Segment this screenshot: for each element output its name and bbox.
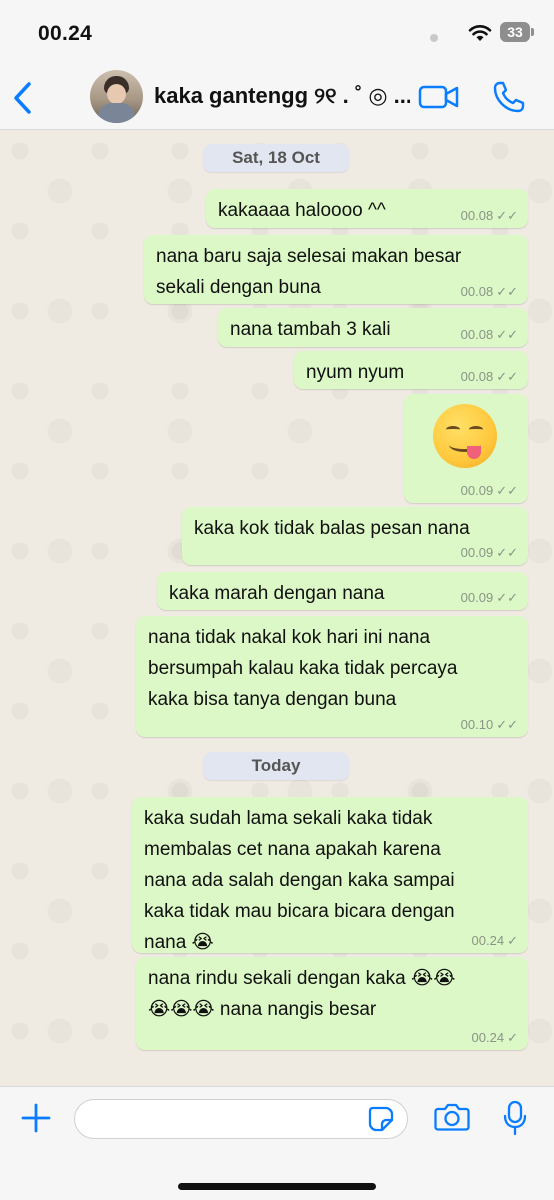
message-line: kaka bisa tanya dengan buna [148, 689, 397, 710]
message-meta: 00.24 ✓ [472, 933, 518, 949]
avatar-body [98, 103, 135, 123]
message-bubble[interactable]: nana rindu sekali dengan kaka 😭😭 😭😭😭 nan… [136, 957, 528, 1050]
message-time: 00.08 [460, 284, 494, 299]
camera-icon[interactable] [434, 1102, 470, 1132]
message-time: 00.10 [460, 717, 494, 732]
message-line: nana 😭 [144, 932, 214, 953]
message-bubble[interactable]: 00.09 ✓✓ [404, 394, 528, 503]
read-receipt-icon: ✓ [507, 1030, 518, 1045]
avatar[interactable] [90, 70, 143, 123]
status-bar: 00.24 33 [0, 0, 554, 66]
message-meta: 00.09 ✓✓ [461, 590, 518, 606]
message-text: kaka marah dengan nana [169, 578, 385, 609]
message-bubble[interactable]: kaka kok tidak balas pesan nana 00.09 ✓✓ [182, 507, 528, 565]
message-bubble[interactable]: nyum nyum 00.08 ✓✓ [294, 351, 528, 389]
message-time: 00.08 [460, 369, 494, 384]
message-meta: 00.09 ✓✓ [461, 483, 518, 499]
message-text: nana baru saja selesai makan besar sekal… [156, 241, 461, 303]
message-line: 😭😭😭 nana nangis besar [148, 999, 377, 1020]
message-line: nana rindu sekali dengan kaka 😭😭 [148, 968, 456, 989]
message-time: 00.08 [460, 327, 494, 342]
read-receipt-icon: ✓✓ [496, 369, 518, 384]
message-bubble[interactable]: nana tidak nakal kok hari ini nana bersu… [136, 616, 528, 737]
message-meta: 00.08 ✓✓ [461, 327, 518, 343]
avatar-face [107, 84, 126, 104]
message-bubble[interactable]: nana tambah 3 kali 00.08 ✓✓ [218, 308, 528, 347]
emoji-eye [469, 426, 483, 433]
read-receipt-icon: ✓✓ [496, 545, 518, 560]
message-time: 00.24 [471, 933, 505, 948]
contact-name[interactable]: kaka gantengg ୨୧ . ˚ ◎ ... [154, 83, 410, 109]
message-bubble[interactable]: kaka sudah lama sekali kaka tidak membal… [132, 797, 528, 953]
chevron-left-icon[interactable] [10, 80, 36, 116]
message-input[interactable] [74, 1099, 408, 1139]
message-line: nana tambah 3 kali [230, 319, 391, 340]
message-meta: 00.08 ✓✓ [461, 284, 518, 300]
date-separator: Today [203, 752, 349, 780]
read-receipt-icon: ✓✓ [496, 208, 518, 223]
battery-tip [531, 28, 534, 36]
input-bar [0, 1086, 554, 1200]
read-receipt-icon: ✓✓ [496, 717, 518, 732]
emoji-tongue [467, 446, 481, 459]
emoji-eye [446, 426, 460, 433]
message-text: kakaaaa haloooo ^^ [218, 195, 386, 226]
read-receipt-icon: ✓✓ [496, 483, 518, 498]
read-receipt-icon: ✓✓ [496, 590, 518, 605]
message-text: nana rindu sekali dengan kaka 😭😭 😭😭😭 nan… [148, 963, 455, 1025]
message-text: kaka kok tidak balas pesan nana [194, 513, 470, 544]
message-line: kakaaaa haloooo ^^ [218, 200, 386, 221]
phone-icon[interactable] [492, 80, 526, 114]
message-text: nyum nyum [306, 357, 404, 388]
message-meta: 00.10 ✓✓ [461, 717, 518, 733]
message-line: kaka sudah lama sekali kaka tidak [144, 808, 433, 829]
wifi-icon [468, 25, 492, 41]
message-text: kaka sudah lama sekali kaka tidak membal… [144, 803, 455, 958]
read-receipt-icon: ✓✓ [496, 284, 518, 299]
message-meta: 00.09 ✓✓ [461, 545, 518, 561]
chat-area[interactable]: Sat, 18 Oct kakaaaa haloooo ^^ 00.08 ✓✓ n… [0, 131, 554, 1086]
message-bubble[interactable]: kaka marah dengan nana 00.09 ✓✓ [157, 572, 528, 610]
message-line: kaka tidak mau bicara bicara dengan [144, 901, 455, 922]
message-time: 00.08 [460, 208, 494, 223]
message-line: kaka kok tidak balas pesan nana [194, 518, 470, 539]
privacy-dot-icon [430, 34, 438, 42]
read-receipt-icon: ✓✓ [496, 327, 518, 342]
message-bubble[interactable]: kakaaaa haloooo ^^ 00.08 ✓✓ [206, 189, 528, 228]
message-text: nana tambah 3 kali [230, 314, 391, 345]
message-time: 00.09 [460, 545, 494, 560]
chat-header: kaka gantengg ୨୧ . ˚ ◎ ... [0, 66, 554, 130]
message-line: membalas cet nana apakah karena [144, 839, 441, 860]
message-meta: 00.08 ✓✓ [461, 208, 518, 224]
message-bubble[interactable]: nana baru saja selesai makan besar sekal… [144, 235, 528, 304]
message-line: nana ada salah dengan kaka sampai [144, 870, 455, 891]
microphone-icon[interactable] [503, 1100, 527, 1136]
message-line: nana tidak nakal kok hari ini nana [148, 627, 431, 648]
battery-icon: 33 [500, 22, 530, 42]
status-time: 00.24 [38, 22, 93, 45]
message-time: 00.09 [460, 590, 494, 605]
message-time: 00.24 [471, 1030, 505, 1045]
read-receipt-icon: ✓ [507, 933, 518, 948]
message-line: nyum nyum [306, 362, 405, 383]
message-line: nana baru saja selesai makan besar [156, 246, 462, 267]
home-indicator[interactable] [178, 1183, 376, 1190]
message-line: sekali dengan buna [156, 277, 321, 298]
message-text: nana tidak nakal kok hari ini nana bersu… [148, 622, 457, 715]
sticker-icon[interactable] [368, 1106, 394, 1132]
message-meta: 00.24 ✓ [472, 1030, 518, 1046]
message-line: bersumpah kalau kaka tidak percaya [148, 658, 458, 679]
message-time: 00.09 [460, 483, 494, 498]
date-separator: Sat, 18 Oct [203, 144, 349, 172]
plus-icon[interactable] [20, 1102, 52, 1134]
video-camera-icon[interactable] [418, 82, 460, 112]
message-line: kaka marah dengan nana [169, 583, 385, 604]
face-savoring-food-icon [433, 404, 497, 468]
message-meta: 00.08 ✓✓ [461, 369, 518, 385]
